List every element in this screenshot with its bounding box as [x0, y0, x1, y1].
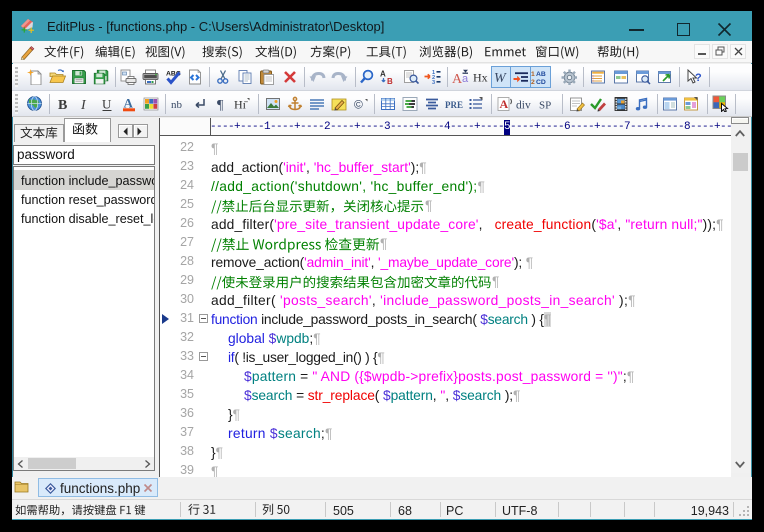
- svg-text:A: A: [380, 70, 386, 79]
- svg-text:A: A: [500, 97, 509, 111]
- svg-text:?: ?: [695, 72, 702, 84]
- svg-text:B: B: [58, 98, 67, 112]
- svg-text:div: div: [516, 99, 531, 111]
- svg-text:3: 3: [432, 80, 435, 85]
- svg-text:W: W: [494, 71, 507, 85]
- svg-text:Hı̄: Hı̄: [234, 97, 248, 111]
- svg-text:PRE: PRE: [445, 100, 463, 110]
- svg-text:U: U: [102, 96, 112, 111]
- svg-text:a: a: [462, 73, 469, 85]
- svg-text:AB: AB: [536, 71, 546, 78]
- svg-text:Hx: Hx: [473, 71, 488, 85]
- svg-text:2: 2: [531, 79, 535, 85]
- svg-text:1: 1: [531, 71, 535, 78]
- svg-text:I: I: [80, 98, 87, 112]
- svg-text:nb: nb: [171, 99, 183, 111]
- svg-text:SP: SP: [539, 99, 551, 111]
- svg-text:B: B: [387, 77, 393, 85]
- svg-text:©: ©: [354, 97, 363, 111]
- svg-text:¶: ¶: [217, 98, 224, 112]
- svg-text:CD: CD: [536, 79, 546, 85]
